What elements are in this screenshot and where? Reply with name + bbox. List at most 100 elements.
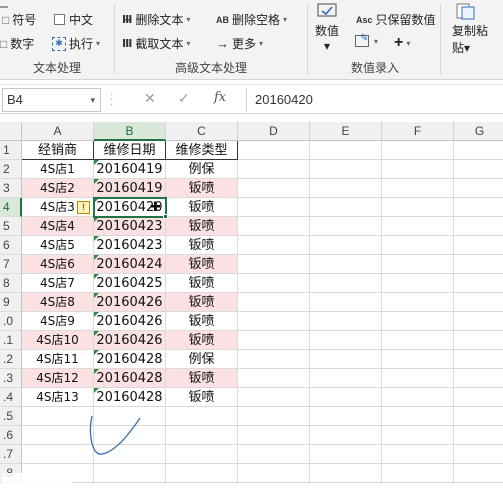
table-cell[interactable]: 20160419 [94,179,166,198]
table-cell[interactable]: 20160419 [94,160,166,179]
empty-cell[interactable] [310,236,382,255]
empty-cell[interactable] [238,331,310,350]
empty-cell[interactable] [310,350,382,369]
empty-cell[interactable] [382,217,454,236]
table-cell[interactable]: 4S店13 [22,388,94,407]
empty-cell[interactable] [382,160,454,179]
empty-cell[interactable] [454,350,503,369]
empty-cell[interactable] [238,350,310,369]
table-cell[interactable]: 钣喷 [166,236,238,255]
empty-cell[interactable] [310,369,382,388]
table-cell[interactable]: 4S店7 [22,274,94,293]
empty-cell[interactable] [454,445,503,464]
spreadsheet-grid[interactable]: ABCDEFG 123456789.0.1.2.3.4.5.6.7.8 经销商维… [0,122,503,499]
numeric-button[interactable]: 数值 ▾ [314,0,340,53]
empty-cell[interactable] [454,198,503,217]
row-header[interactable]: 4 [0,198,22,217]
row-header[interactable]: .1 [0,331,22,350]
row-header[interactable]: 7 [0,255,22,274]
empty-cell[interactable] [382,369,454,388]
empty-cell[interactable] [166,464,238,483]
empty-cell[interactable] [382,141,454,160]
table-cell[interactable]: 4S店8 [22,293,94,312]
table-cell[interactable]: 20160426 [94,312,166,331]
row-header[interactable]: .0 [0,312,22,331]
symbol-option[interactable]: □ 符号 [2,11,36,28]
empty-cell[interactable] [310,331,382,350]
table-header-cell[interactable]: 维修日期 [94,141,166,160]
number-option[interactable]: □ 数字 [0,35,34,52]
row-header[interactable]: 2 [0,160,22,179]
more-button[interactable]: → 更多 ▾ [216,35,263,52]
fill-handle[interactable] [163,214,168,219]
table-cell[interactable]: 钣喷 [166,293,238,312]
empty-cell[interactable] [454,160,503,179]
table-cell[interactable]: 20160424 [94,255,166,274]
empty-cell[interactable] [382,236,454,255]
empty-cell[interactable] [238,312,310,331]
chinese-checkbox[interactable] [54,14,65,25]
row-header[interactable]: 6 [0,236,22,255]
empty-cell[interactable] [310,255,382,274]
column-header-d[interactable]: D [238,122,310,141]
empty-cell[interactable] [454,293,503,312]
table-cell[interactable]: 钣喷 [166,274,238,293]
empty-cell[interactable] [454,388,503,407]
empty-cell[interactable] [310,445,382,464]
table-cell[interactable]: 钣喷 [166,217,238,236]
empty-cell[interactable] [310,217,382,236]
empty-cell[interactable] [382,331,454,350]
row-header[interactable]: .4 [0,388,22,407]
empty-cell[interactable] [454,369,503,388]
table-cell[interactable]: 20160423 [94,217,166,236]
table-cell[interactable]: 钣喷 [166,198,238,217]
table-cell[interactable]: 钣喷 [166,388,238,407]
table-cell[interactable]: 20160428 [94,350,166,369]
empty-cell[interactable] [382,293,454,312]
empty-cell[interactable] [454,407,503,426]
table-cell[interactable]: 钣喷 [166,312,238,331]
table-cell[interactable]: 20160423 [94,236,166,255]
confirm-icon[interactable]: ✓ [178,90,190,107]
empty-cell[interactable] [454,464,503,483]
empty-cell[interactable] [454,217,503,236]
table-cell[interactable]: 20160425 [94,274,166,293]
empty-cell[interactable] [310,141,382,160]
table-cell[interactable]: 钣喷 [166,179,238,198]
table-cell[interactable]: 例保 [166,350,238,369]
table-cell[interactable]: 钣喷 [166,369,238,388]
column-header-f[interactable]: F [382,122,454,141]
empty-cell[interactable] [238,160,310,179]
table-cell[interactable]: 4S店10 [22,331,94,350]
empty-cell[interactable] [382,388,454,407]
table-header-cell[interactable]: 维修类型 [166,141,238,160]
table-cell[interactable]: 4S店9 [22,312,94,331]
row-header[interactable]: 5 [0,217,22,236]
empty-cell[interactable] [238,179,310,198]
empty-cell[interactable] [166,407,238,426]
row-header[interactable]: 9 [0,293,22,312]
fx-icon[interactable]: fx [214,90,226,105]
cancel-icon[interactable]: ✕ [144,90,156,107]
row-header[interactable]: 3 [0,179,22,198]
row-header[interactable]: .6 [0,426,22,445]
empty-cell[interactable] [382,255,454,274]
table-cell[interactable]: 4S店1 [22,160,94,179]
empty-cell[interactable] [382,198,454,217]
empty-cell[interactable] [310,293,382,312]
row-header[interactable]: .3 [0,369,22,388]
column-header-c[interactable]: C [166,122,238,141]
column-header-g[interactable]: G [454,122,503,141]
empty-cell[interactable] [454,331,503,350]
empty-cell[interactable] [382,445,454,464]
row-header[interactable]: 8 [0,274,22,293]
empty-cell[interactable] [310,198,382,217]
empty-cell[interactable] [238,464,310,483]
table-cell[interactable]: 20160426 [94,293,166,312]
empty-cell[interactable] [238,388,310,407]
empty-cell[interactable] [382,312,454,331]
empty-cell[interactable] [310,426,382,445]
empty-cell[interactable] [238,236,310,255]
empty-cell[interactable] [382,464,454,483]
empty-cell[interactable] [166,426,238,445]
